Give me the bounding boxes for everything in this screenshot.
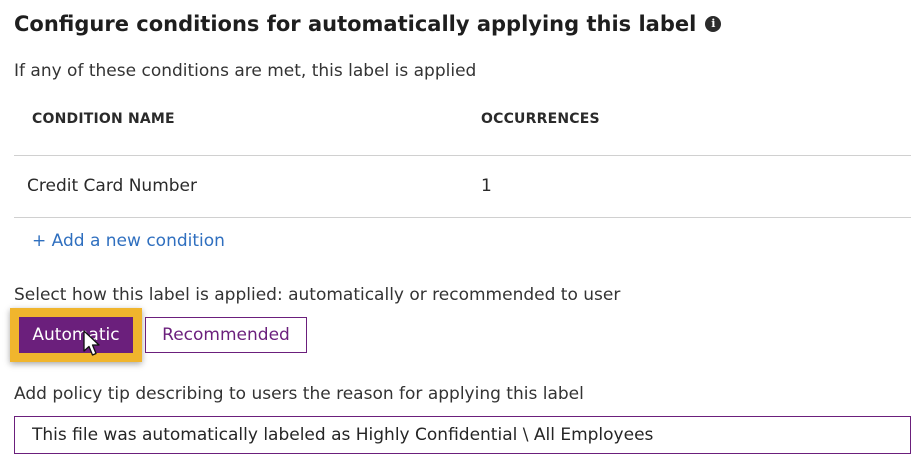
occurrences-cell: 1 bbox=[481, 176, 492, 196]
mouse-cursor-icon bbox=[83, 330, 100, 356]
column-header-condition-name: CONDITION NAME bbox=[32, 111, 175, 127]
policy-tip-input[interactable] bbox=[14, 416, 911, 454]
add-condition-link[interactable]: + Add a new condition bbox=[32, 231, 225, 251]
condition-name-cell: Credit Card Number bbox=[27, 176, 197, 196]
label-conditions-panel: Configure conditions for automatically a… bbox=[0, 0, 924, 470]
column-header-occurrences: OCCURRENCES bbox=[481, 111, 600, 127]
apply-mode-label: Select how this label is applied: automa… bbox=[14, 285, 621, 305]
recommended-button[interactable]: Recommended bbox=[145, 317, 307, 353]
page-title-text: Configure conditions for automatically a… bbox=[14, 12, 697, 36]
page-title: Configure conditions for automatically a… bbox=[14, 12, 722, 36]
policy-tip-label: Add policy tip describing to users the r… bbox=[14, 384, 584, 404]
conditions-description: If any of these conditions are met, this… bbox=[14, 61, 477, 81]
info-icon[interactable]: i bbox=[705, 16, 722, 32]
automatic-button[interactable]: Automatic bbox=[19, 317, 133, 353]
table-divider-top bbox=[14, 155, 911, 156]
table-divider-bottom bbox=[14, 217, 911, 218]
